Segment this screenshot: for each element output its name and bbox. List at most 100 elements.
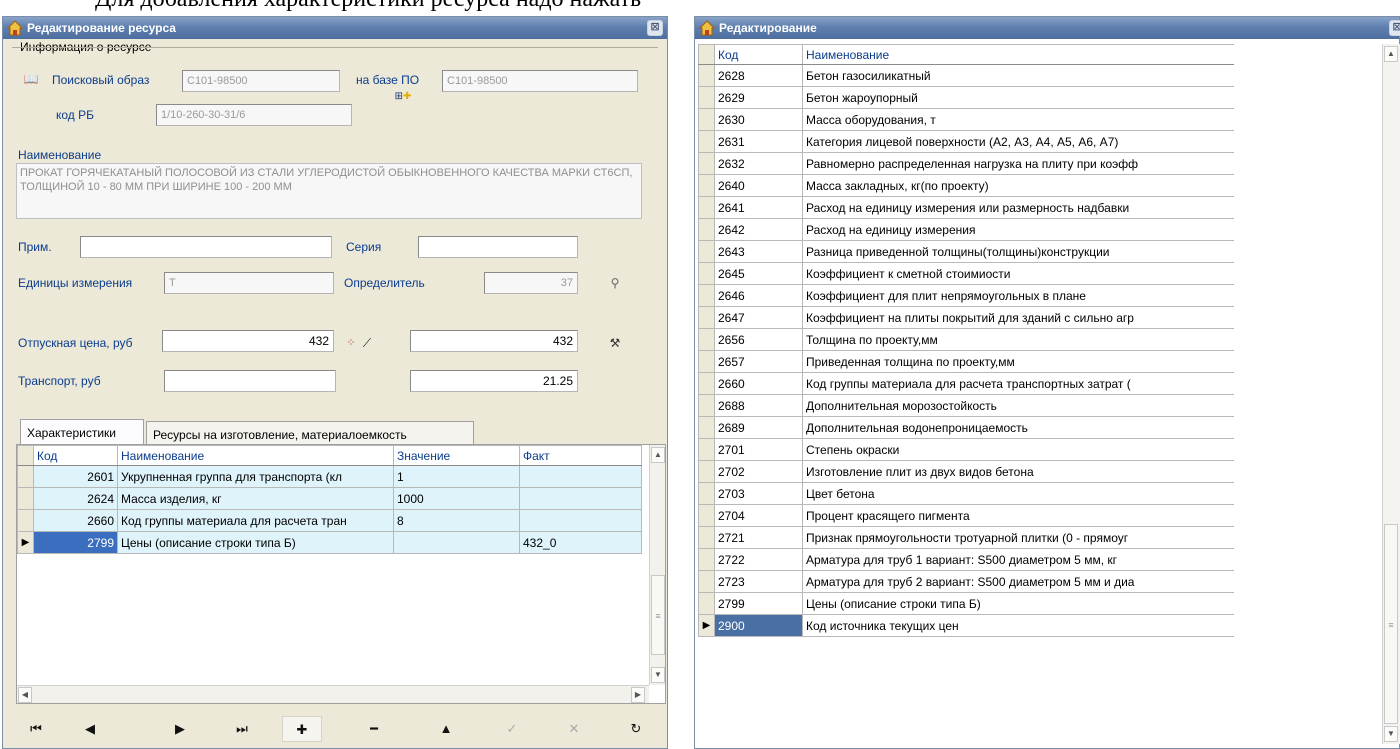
table-row[interactable]: 2601 Укрупненная группа для транспорта (… [17,465,642,488]
base-field[interactable]: С101-98500 [442,70,638,92]
cell-code[interactable]: 2660 [33,509,118,532]
book-icon[interactable]: 📖 [22,70,40,88]
scroll-up-icon[interactable]: ▲ [1384,46,1398,62]
price-field-2[interactable]: 432 [410,330,578,352]
table-row[interactable]: 2640 Масса закладных, кг(по проекту) [698,174,1234,197]
cell-code[interactable]: 2688 [714,394,803,417]
close-button[interactable]: ⊠ [647,20,663,36]
edit-record-button[interactable]: ▲ [426,716,466,742]
cell-code[interactable]: 2601 [33,465,118,488]
cell-name[interactable]: Цены (описание строки типа Б) [117,531,394,554]
binoculars-icon[interactable]: ⚲ [606,274,624,292]
table-row[interactable]: 2702 Изготовление плит из двух видов бето… [698,460,1234,483]
cell-name[interactable]: Цвет бетона [802,482,1234,505]
cell-name[interactable]: Категория лицевой поверхности (А2, А3, А… [802,130,1234,153]
table-row[interactable]: 2641 Расход на единицу измерения или разм… [698,196,1234,219]
cell-code[interactable]: 2799 [714,592,803,615]
cell-name[interactable]: Равномерно распределенная нагрузка на пл… [802,152,1234,175]
lookup-vertical-scrollbar[interactable]: ▲ ≡ ▼ [1382,44,1400,744]
cell-name[interactable]: Код группы материала для расчета транспо… [802,372,1234,395]
cell-code[interactable]: 2702 [714,460,803,483]
cell-code[interactable]: 2722 [714,548,803,571]
series-field[interactable] [418,236,578,258]
cell-value[interactable] [393,531,520,554]
cell-code[interactable]: 2900 [714,614,803,637]
cell-code[interactable]: 2660 [714,372,803,395]
cell-name[interactable]: Расход на единицу измерения [802,218,1234,241]
cancel-record-button[interactable]: ✕ [554,716,594,742]
table-row[interactable]: 2701 Степень окраски [698,438,1234,461]
table-row[interactable]: 2688 Дополнительная морозостойкость [698,394,1234,417]
cell-code[interactable]: 2642 [714,218,803,241]
scroll-down-icon[interactable]: ▼ [651,667,665,683]
scroll-left-icon[interactable]: ◀ [18,687,32,703]
table-row[interactable]: 2704 Процент красящего пигмента [698,504,1234,527]
delete-record-button[interactable]: ━ [354,716,394,742]
cell-code[interactable]: 2701 [714,438,803,461]
cell-name[interactable]: Бетон газосиликатный [802,64,1234,87]
cell-code[interactable]: 2629 [714,86,803,109]
table-row[interactable]: 2645 Коэффициент к сметной стоимиости [698,262,1234,285]
transport-field-2[interactable]: 21.25 [410,370,578,392]
cell-code[interactable]: 2657 [714,350,803,373]
table-row[interactable]: 2631 Категория лицевой поверхности (А2, А… [698,130,1234,153]
table-row[interactable]: 2703 Цвет бетона [698,482,1234,505]
cell-name[interactable]: Арматура для труб 2 вариант: S500 диамет… [802,570,1234,593]
search-field[interactable]: С101-98500 [182,70,340,92]
cell-name[interactable]: Цены (описание строки типа Б) [802,592,1234,615]
cell-name[interactable]: Расход на единицу измерения или размерно… [802,196,1234,219]
cell-name[interactable]: Степень окраски [802,438,1234,461]
cell-code[interactable]: 2643 [714,240,803,263]
apply-price-icon[interactable]: ⟋ [358,334,376,352]
cell-code[interactable]: 2703 [714,482,803,505]
rb-field[interactable]: 1/10-260-30-31/6 [156,104,352,126]
note-field[interactable] [80,236,332,258]
column-header-name[interactable]: Наименование [117,445,394,466]
table-row[interactable]: 2656 Толщина по проекту,мм [698,328,1234,351]
last-record-button[interactable]: ⏭ [222,716,262,742]
cell-name[interactable]: Дополнительная водонепроницаемость [802,416,1234,439]
cell-name[interactable]: Коэффициент для плит непрямоугольных в п… [802,284,1234,307]
column-header-value[interactable]: Значение [393,445,520,466]
cell-value[interactable]: 1000 [393,487,520,510]
column-header-fact[interactable]: Факт [519,445,642,466]
cell-code[interactable]: 2645 [714,262,803,285]
scroll-right-icon[interactable]: ▶ [631,687,645,703]
cell-name[interactable]: Укрупненная группа для транспорта (кл [117,465,394,488]
cell-code[interactable]: 2641 [714,196,803,219]
table-row[interactable]: 2629 Бетон жароупорный [698,86,1234,109]
cell-name[interactable]: Коэффициент к сметной стоимиости [802,262,1234,285]
scroll-down-icon[interactable]: ▼ [1384,726,1398,742]
cell-code[interactable]: 2628 [714,64,803,87]
cell-code[interactable]: 2723 [714,570,803,593]
table-row[interactable]: 2722 Арматура для труб 1 вариант: S500 ди… [698,548,1234,571]
cell-code[interactable]: 2631 [714,130,803,153]
table-row[interactable]: 2632 Равномерно распределенная нагрузка н… [698,152,1234,175]
price-calculation-icon[interactable]: ⚒ [606,334,624,352]
cell-name[interactable]: Приведенная толщина по проекту,мм [802,350,1234,373]
column-header-code[interactable]: Код [714,44,803,65]
cell-name[interactable]: Код группы материала для расчета тран [117,509,394,532]
cell-name[interactable]: Признак прямоугольности тротуарной плитк… [802,526,1234,549]
post-record-button[interactable]: ✓ [492,716,532,742]
cell-value[interactable]: 1 [393,465,520,488]
insert-record-button[interactable]: ✚ [282,716,322,742]
table-row[interactable]: 2723 Арматура для труб 2 вариант: S500 ди… [698,570,1234,593]
cell-code[interactable]: 2704 [714,504,803,527]
table-row[interactable]: 2646 Коэффициент для плит непрямоугольных… [698,284,1234,307]
window-titlebar[interactable]: Редактирование ⊠ [695,17,1400,39]
scroll-thumb[interactable]: ≡ [651,575,665,655]
cell-name[interactable]: Процент красящего пигмента [802,504,1234,527]
name-field[interactable]: ПРОКАТ ГОРЯЧЕКАТАНЫЙ ПОЛОСОВОЙ ИЗ СТАЛИ … [16,163,642,219]
window-titlebar[interactable]: Редактирование ресурса ⊠ [3,17,667,39]
characteristics-vertical-scrollbar[interactable]: ▲ ≡ ▼ [649,445,665,685]
transport-field[interactable] [164,370,336,392]
first-record-button[interactable]: ⏮ [16,716,56,742]
cell-code[interactable]: 2640 [714,174,803,197]
add-from-base-icon[interactable]: ⊞✚ [394,88,412,106]
scroll-thumb[interactable]: ≡ [1384,524,1398,724]
price-field[interactable]: 432 [162,330,334,352]
cell-code[interactable]: 2646 [714,284,803,307]
refresh-record-button[interactable]: ↻ [616,716,656,742]
table-row[interactable]: 2630 Масса оборудования, т [698,108,1234,131]
